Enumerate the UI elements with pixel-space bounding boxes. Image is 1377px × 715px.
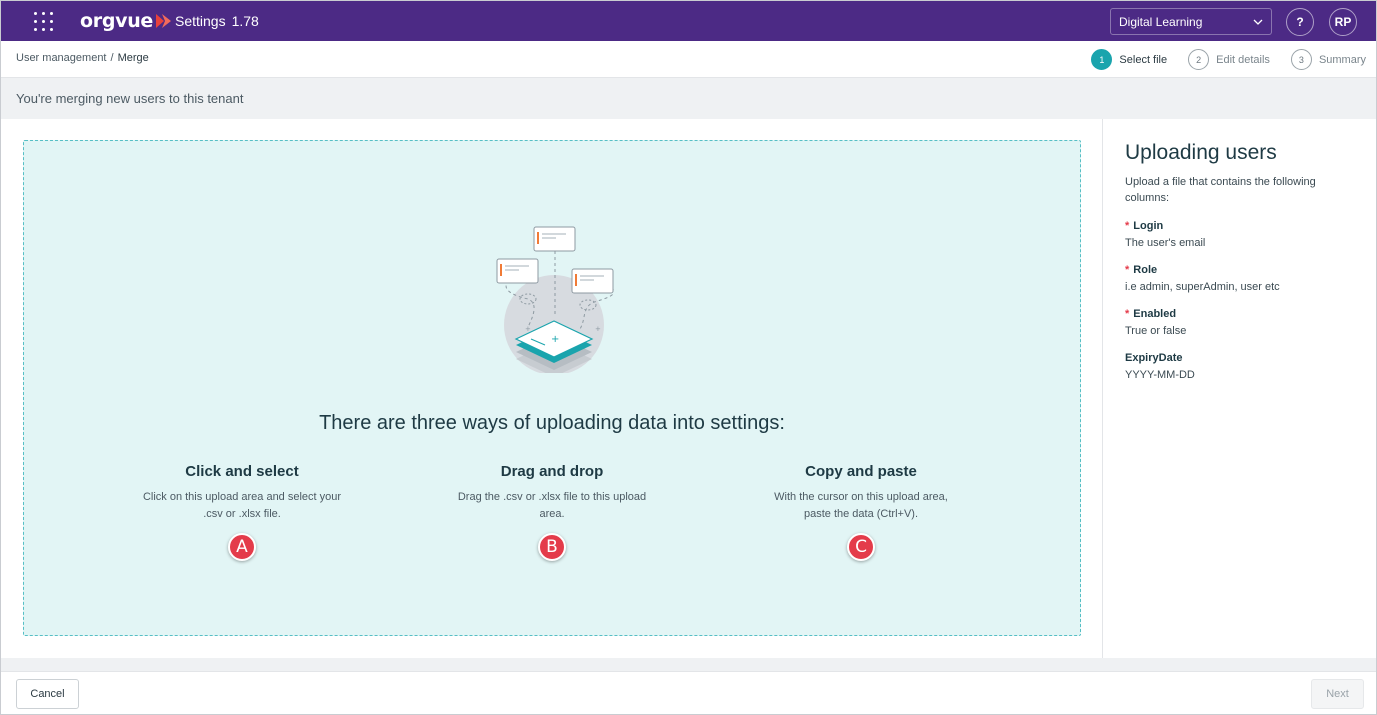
help-button[interactable]: ?: [1286, 8, 1314, 36]
footer-bar: Cancel Next: [1, 671, 1376, 714]
column-enabled: * Enabled True or false: [1125, 307, 1365, 339]
step-number: 1: [1091, 49, 1113, 70]
app-title: Settings 1.78: [175, 13, 259, 29]
breadcrumb-current: Merge: [117, 52, 149, 64]
stepper: 1 Select file 2 Edit details 3 Summary: [1070, 49, 1366, 70]
method-title: Click and select: [185, 463, 299, 480]
help-icon: ?: [1296, 15, 1304, 29]
required-marker: *: [1125, 308, 1130, 320]
method-title: Drag and drop: [500, 463, 604, 480]
upload-dropzone[interactable]: + + + There are three ways of uploading …: [23, 140, 1081, 636]
app-name: Settings: [175, 13, 226, 29]
help-sidebar: Uploading users Upload a file that conta…: [1102, 119, 1376, 658]
sidebar-intro: Upload a file that contains the followin…: [1125, 176, 1316, 204]
top-bar: orgvue Settings 1.78 Digital Learning ? R…: [1, 1, 1376, 41]
footer-spacer: [1, 658, 1376, 671]
breadcrumb-separator: /: [110, 52, 114, 64]
app-launcher-icon[interactable]: [34, 12, 53, 31]
sub-header: User management / Merge 1 Select file 2 Ed…: [1, 41, 1376, 78]
column-description: The user's email: [1125, 237, 1206, 249]
svg-text:+: +: [551, 334, 559, 345]
step-select-file[interactable]: 1 Select file: [1091, 49, 1167, 70]
method-description: Drag the .csv or .xlsx file to this uplo…: [457, 491, 647, 520]
method-copy-paste: Copy and paste With the cursor on this u…: [731, 463, 991, 561]
user-initials: RP: [1334, 15, 1352, 29]
column-expirydate: ExpiryDate YYYY-MM-DD: [1125, 351, 1365, 383]
tenant-select-value: Digital Learning: [1119, 14, 1203, 29]
column-name: Login: [1133, 220, 1164, 232]
tenant-select[interactable]: Digital Learning: [1110, 8, 1272, 35]
step-edit-details[interactable]: 2 Edit details: [1188, 49, 1270, 70]
badge-a-icon: A: [228, 533, 256, 561]
badge-c-icon: C: [847, 533, 875, 561]
breadcrumb-parent-link[interactable]: User management: [16, 52, 107, 64]
badge-b-icon: B: [538, 533, 566, 561]
sidebar-title: Uploading users: [1125, 141, 1277, 164]
method-drag-drop: Drag and drop Drag the .csv or .xlsx fil…: [422, 463, 682, 561]
main-content: + + + There are three ways of uploading …: [1, 119, 1102, 658]
step-number: 2: [1188, 49, 1210, 70]
step-label: Summary: [1318, 53, 1366, 66]
step-number: 3: [1290, 49, 1312, 70]
upload-heading: There are three ways of uploading data i…: [319, 412, 785, 434]
method-description: With the cursor on this upload area, pas…: [774, 491, 948, 520]
info-message: You're merging new users to this tenant: [16, 91, 244, 106]
upload-illustration-icon: + + +: [496, 226, 614, 373]
step-summary[interactable]: 3 Summary: [1290, 49, 1366, 70]
column-description: i.e admin, superAdmin, user etc: [1125, 281, 1280, 293]
logo-text: orgvue: [80, 10, 154, 32]
logo-mark-icon: [156, 14, 172, 28]
column-name: ExpiryDate: [1125, 352, 1183, 364]
column-name: Enabled: [1133, 308, 1177, 320]
required-marker: *: [1125, 220, 1130, 232]
next-button[interactable]: Next: [1311, 679, 1364, 709]
column-description: YYYY-MM-DD: [1125, 369, 1195, 381]
app-version: 1.78: [231, 13, 259, 29]
chevron-down-icon: [1253, 19, 1263, 25]
info-bar: You're merging new users to this tenant: [1, 78, 1376, 119]
required-marker: *: [1125, 264, 1130, 276]
method-description: Click on this upload area and select you…: [142, 491, 342, 520]
column-list: * Login The user's email * Role i.e admin,…: [1125, 219, 1365, 395]
method-click-select: Click and select Click on this upload ar…: [112, 463, 372, 561]
svg-text:+: +: [595, 325, 601, 333]
column-name: Role: [1133, 264, 1158, 276]
user-avatar[interactable]: RP: [1329, 8, 1357, 36]
step-label: Select file: [1119, 53, 1168, 66]
orgvue-logo[interactable]: orgvue: [80, 10, 172, 32]
cancel-button[interactable]: Cancel: [16, 679, 79, 709]
method-title: Copy and paste: [805, 463, 917, 480]
column-role: * Role i.e admin, superAdmin, user etc: [1125, 263, 1365, 295]
column-login: * Login The user's email: [1125, 219, 1365, 251]
step-label: Edit details: [1216, 53, 1270, 66]
breadcrumb: User management / Merge: [16, 52, 149, 64]
column-description: True or false: [1125, 325, 1187, 337]
